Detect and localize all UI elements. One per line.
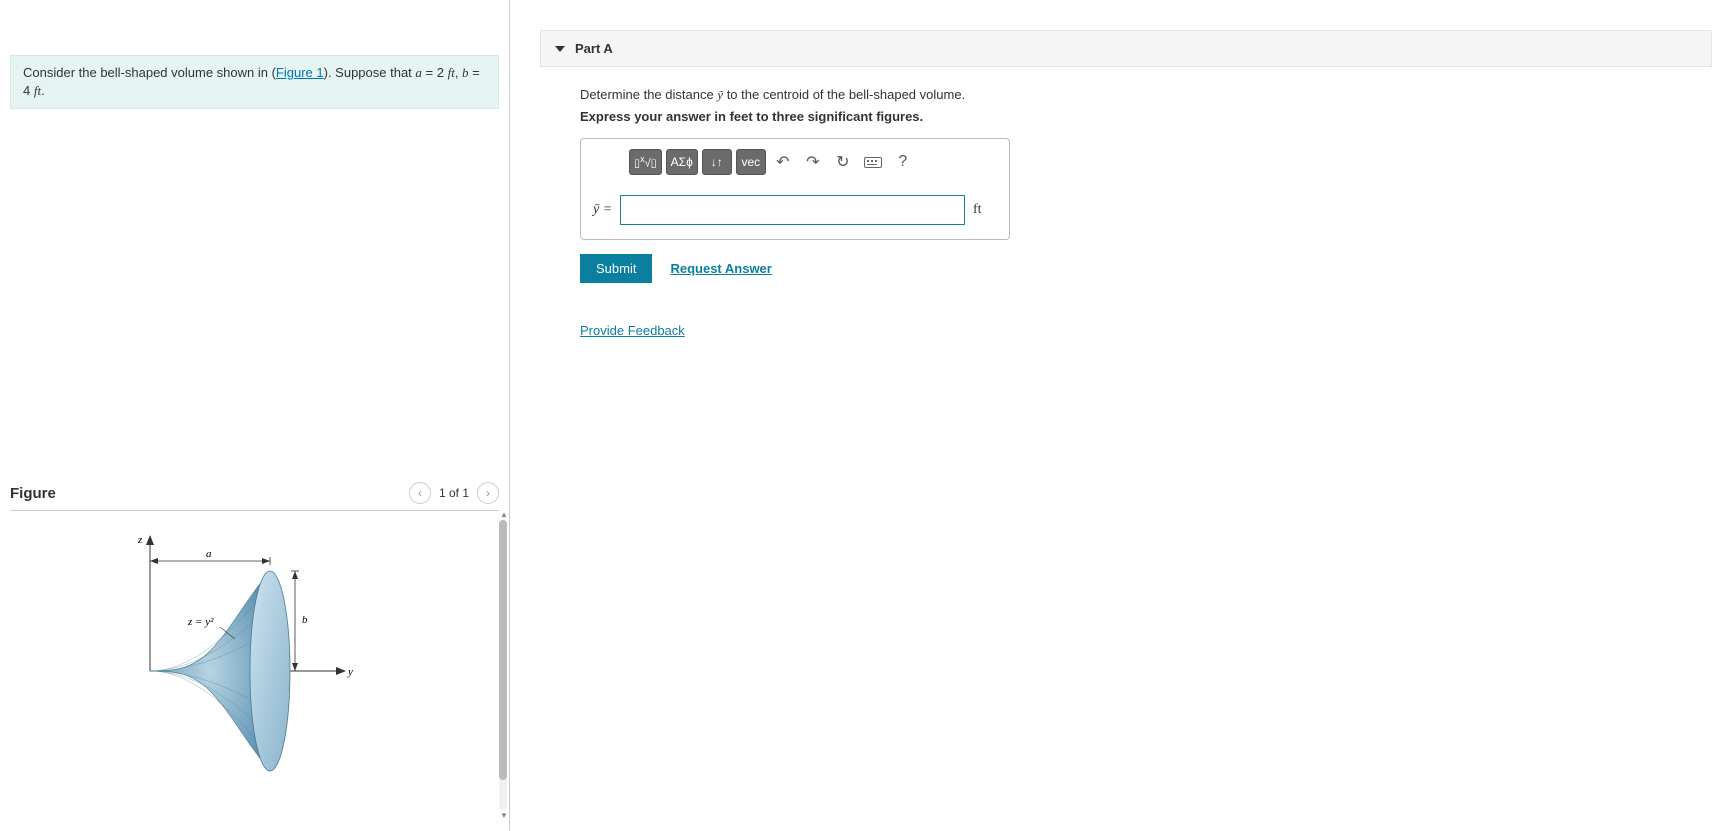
request-answer-link[interactable]: Request Answer xyxy=(670,261,771,276)
greek-button[interactable]: ΑΣϕ xyxy=(666,149,698,175)
templates-button[interactable]: ▯x√▯ xyxy=(629,149,662,175)
scripts-button[interactable]: ↓↑ xyxy=(702,149,732,175)
left-scrollbar[interactable]: ▲ ▼ xyxy=(499,520,507,810)
axis-y-label: y xyxy=(347,666,353,678)
figure-page-label: 1 of 1 xyxy=(439,486,469,500)
part-a-header[interactable]: Part A xyxy=(540,30,1712,67)
figure-link[interactable]: Figure 1 xyxy=(276,65,324,80)
curve-label: z = y² xyxy=(187,616,214,628)
figure-prev-button[interactable]: ‹ xyxy=(409,482,431,504)
axis-z-label: z xyxy=(137,534,143,546)
part-title: Part A xyxy=(575,41,613,56)
collapse-icon xyxy=(555,46,565,52)
scroll-down-icon: ▼ xyxy=(500,811,508,820)
problem-suffix: . xyxy=(41,83,45,98)
keyboard-button[interactable] xyxy=(860,149,886,175)
scrollbar-thumb[interactable] xyxy=(499,520,507,780)
reset-button[interactable]: ↻ xyxy=(830,149,856,175)
unit-b: ft xyxy=(34,83,41,98)
figure-next-button[interactable]: › xyxy=(477,482,499,504)
provide-feedback-link[interactable]: Provide Feedback xyxy=(580,323,685,338)
sep: , xyxy=(455,65,462,80)
keyboard-icon xyxy=(864,157,882,168)
help-button[interactable]: ? xyxy=(890,149,916,175)
hint-text: Express your answer in feet to three sig… xyxy=(580,109,1674,124)
figure-title: Figure xyxy=(10,485,56,502)
answer-input[interactable] xyxy=(620,195,965,225)
answer-lhs: ȳ = xyxy=(593,202,612,218)
scroll-up-icon: ▲ xyxy=(500,510,508,519)
figure-image: z y a b xyxy=(80,521,420,821)
dim-b-label: b xyxy=(302,614,308,626)
problem-text-1: Consider the bell-shaped volume shown in… xyxy=(23,65,276,80)
problem-text-2: ). Suppose that xyxy=(324,65,416,80)
unit-a: ft xyxy=(448,65,455,80)
eq-a: = 2 xyxy=(422,65,448,80)
answer-unit: ft xyxy=(973,202,997,218)
problem-statement: Consider the bell-shaped volume shown in… xyxy=(10,55,499,109)
vec-button[interactable]: vec xyxy=(736,149,766,175)
instruction-text: Determine the distance ȳ to the centroid… xyxy=(580,87,1674,103)
submit-button[interactable]: Submit xyxy=(580,254,652,283)
answer-box: ▯x√▯ ΑΣϕ ↓↑ vec ↶ ↷ ↻ ? ȳ = ft xyxy=(580,138,1010,240)
undo-button[interactable]: ↶ xyxy=(770,149,796,175)
dim-a-label: a xyxy=(206,548,212,560)
redo-button[interactable]: ↷ xyxy=(800,149,826,175)
